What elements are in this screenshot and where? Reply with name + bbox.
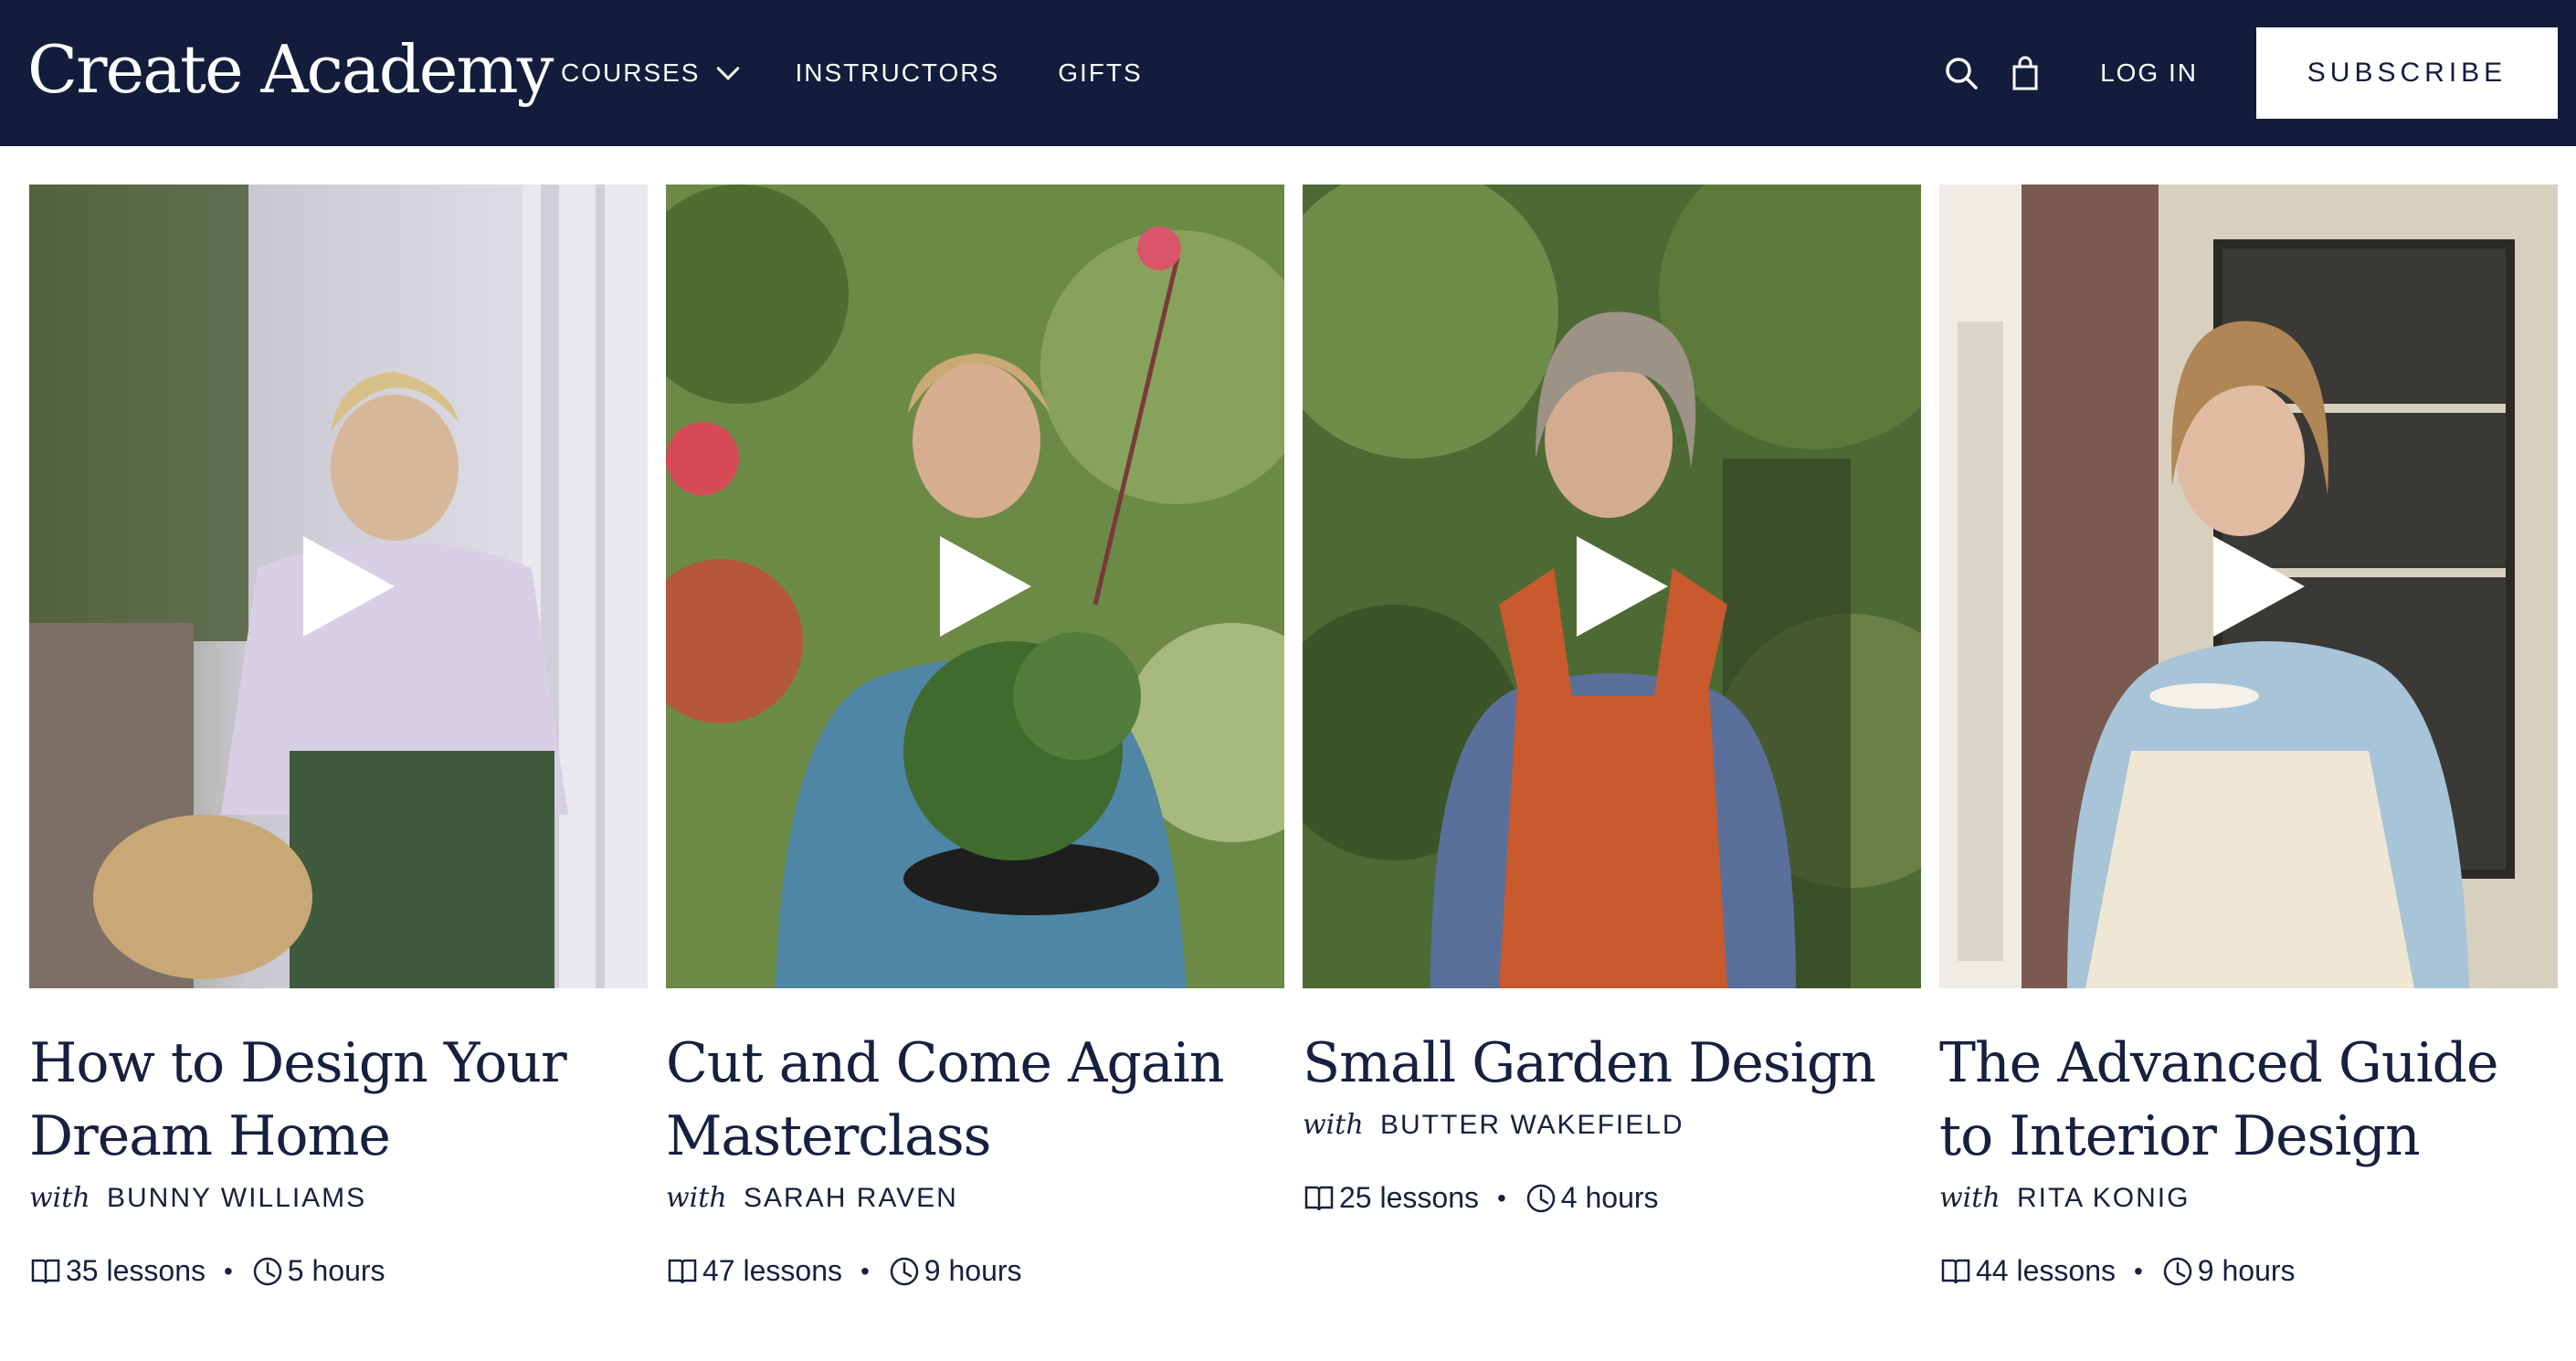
separator-dot: • [860, 1256, 870, 1285]
search-icon[interactable] [1941, 53, 1981, 93]
course-title[interactable]: The Advanced Guide to Interior Design [1939, 1027, 2558, 1173]
lessons-text: 25 lessons [1339, 1181, 1479, 1214]
hours-count: 9 hours [888, 1254, 1022, 1288]
book-icon [1941, 1259, 1970, 1283]
course-instructor: with RITA KONIG [1939, 1182, 2558, 1214]
hours-count: 9 hours [2161, 1254, 2296, 1288]
course-card[interactable]: The Advanced Guide to Interior Design wi… [1939, 185, 2558, 1288]
with-label: with [1303, 1109, 1364, 1141]
course-instructor: with BUNNY WILLIAMS [29, 1182, 648, 1214]
nav-instructors[interactable]: INSTRUCTORS [795, 58, 999, 88]
play-icon[interactable] [1572, 532, 1673, 641]
main-nav: COURSES INSTRUCTORS GIFTS [561, 0, 1201, 146]
with-label: with [1939, 1182, 2001, 1214]
course-title[interactable]: How to Design Your Dream Home [29, 1027, 648, 1173]
book-icon [1304, 1186, 1334, 1210]
course-instructor: with SARAH RAVEN [666, 1182, 1284, 1214]
chevron-down-icon [716, 57, 741, 80]
course-meta: 47 lessons • 9 hours [666, 1254, 1284, 1288]
lessons-text: 47 lessons [702, 1254, 842, 1287]
nav-courses-label: COURSES [561, 58, 701, 87]
nav-courses[interactable]: COURSES [561, 57, 741, 88]
course-instructor: with BUTTER WAKEFIELD [1303, 1109, 1921, 1141]
instructor-name: SARAH RAVEN [744, 1183, 958, 1213]
logo[interactable]: Create Academy [27, 24, 554, 115]
separator-dot: • [1496, 1183, 1506, 1212]
instructor-name: BUNNY WILLIAMS [107, 1183, 367, 1213]
site-header: Create Academy COURSES INSTRUCTORS GIFTS… [0, 0, 2576, 146]
lessons-text: 35 lessons [66, 1254, 206, 1287]
shopping-bag-icon[interactable] [2005, 53, 2045, 93]
login-link[interactable]: LOG IN [2100, 58, 2198, 88]
hours-count: 5 hours [251, 1254, 385, 1288]
separator-dot: • [2133, 1256, 2143, 1285]
clock-icon [253, 1257, 282, 1285]
course-meta: 25 lessons • 4 hours [1303, 1181, 1921, 1215]
subscribe-button[interactable]: SUBSCRIBE [2256, 27, 2558, 119]
book-icon [31, 1259, 60, 1283]
play-icon[interactable] [935, 532, 1036, 641]
with-label: with [666, 1182, 727, 1214]
hours-text: 9 hours [924, 1254, 1022, 1287]
course-thumbnail[interactable] [1939, 185, 2558, 988]
separator-dot: • [223, 1256, 233, 1285]
clock-icon [2163, 1257, 2192, 1285]
lessons-count: 35 lessons [29, 1254, 206, 1288]
course-card[interactable]: How to Design Your Dream Home with BUNNY… [29, 185, 648, 1288]
lessons-text: 44 lessons [1976, 1254, 2116, 1287]
nav-instructors-label: INSTRUCTORS [795, 58, 1000, 87]
course-title[interactable]: Cut and Come Again Masterclass [666, 1027, 1284, 1173]
instructor-name: BUTTER WAKEFIELD [1380, 1110, 1684, 1140]
course-meta: 35 lessons • 5 hours [29, 1254, 648, 1288]
lessons-count: 25 lessons [1303, 1181, 1479, 1215]
hours-text: 9 hours [2197, 1254, 2296, 1287]
clock-icon [890, 1257, 919, 1285]
course-card[interactable]: Cut and Come Again Masterclass with SARA… [666, 185, 1284, 1288]
nav-gifts-label: GIFTS [1058, 58, 1143, 87]
course-card[interactable]: Small Garden Design with BUTTER WAKEFIEL… [1303, 185, 1921, 1288]
lessons-count: 47 lessons [666, 1254, 842, 1288]
instructor-name: RITA KONIG [2017, 1183, 2191, 1213]
course-thumbnail[interactable] [29, 185, 648, 988]
course-thumbnail[interactable] [666, 185, 1284, 988]
header-actions: LOG IN SUBSCRIBE [1941, 0, 2558, 146]
play-icon[interactable] [2209, 532, 2309, 641]
course-grid: How to Design Your Dream Home with BUNNY… [29, 185, 2558, 1288]
nav-gifts[interactable]: GIFTS [1058, 58, 1142, 88]
course-meta: 44 lessons • 9 hours [1939, 1254, 2558, 1288]
hours-count: 4 hours [1525, 1181, 1659, 1215]
book-icon [668, 1259, 697, 1283]
play-icon[interactable] [299, 532, 399, 641]
lessons-count: 44 lessons [1939, 1254, 2116, 1288]
course-thumbnail[interactable] [1303, 185, 1921, 988]
hours-text: 4 hours [1560, 1181, 1659, 1214]
hours-text: 5 hours [287, 1254, 385, 1287]
with-label: with [29, 1182, 90, 1214]
course-title[interactable]: Small Garden Design [1303, 1027, 1921, 1100]
clock-icon [1526, 1184, 1556, 1212]
